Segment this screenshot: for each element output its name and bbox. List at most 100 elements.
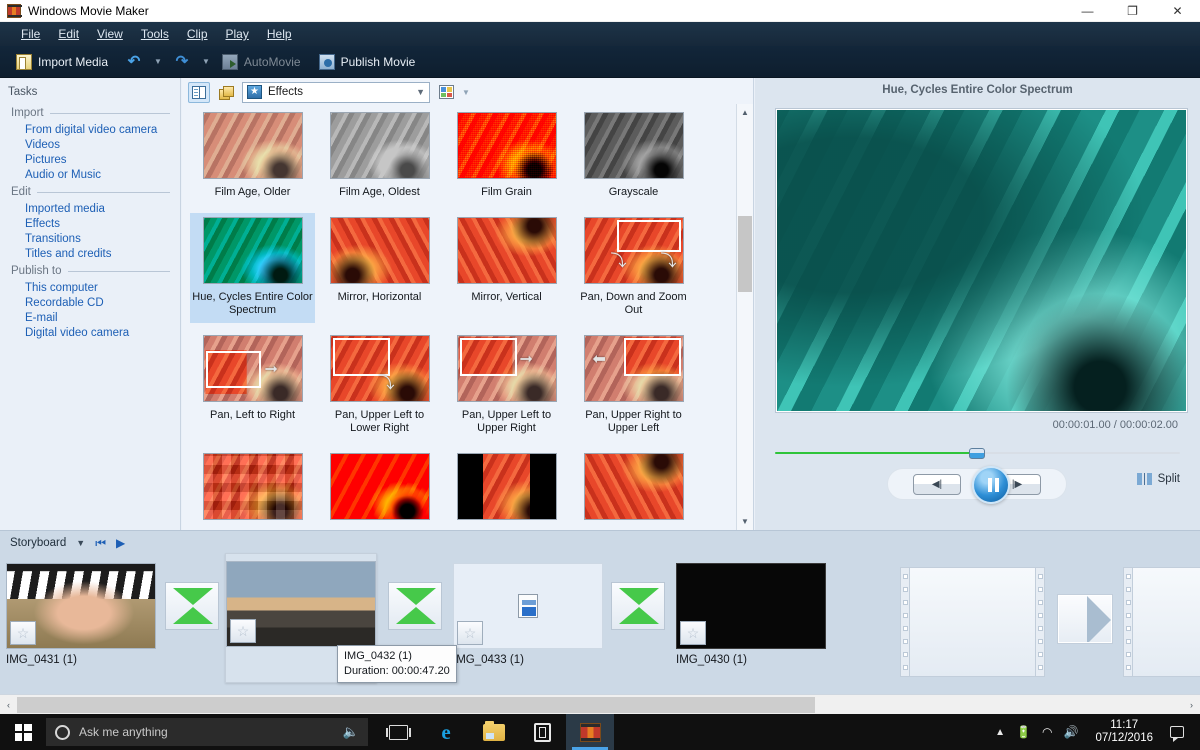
storyboard-empty-transition[interactable] [1057, 594, 1113, 644]
scrollbar-thumb[interactable] [17, 696, 815, 713]
task-link-from-digital-video-camera[interactable]: From digital video camera [8, 122, 180, 137]
start-button[interactable] [0, 714, 46, 750]
scrollbar-thumb[interactable] [738, 216, 752, 292]
close-button[interactable]: ✕ [1155, 0, 1200, 22]
transition-thumbnail [388, 582, 442, 630]
rewind-icon[interactable]: ⏮ [95, 536, 106, 551]
store-button[interactable] [518, 714, 566, 750]
menu-play[interactable]: Play [217, 24, 258, 44]
storyboard-mode-label[interactable]: Storyboard [10, 537, 66, 549]
add-effect-star-icon[interactable]: ☆ [10, 621, 36, 645]
storyboard-clip-3[interactable]: ☆ IMG_0433 (1) [453, 563, 603, 666]
effect-item[interactable] [317, 449, 442, 526]
split-button[interactable]: Split [1136, 473, 1180, 485]
task-link-effects[interactable]: Effects [8, 216, 180, 231]
notification-icon[interactable] [1170, 726, 1184, 742]
tasks-pane-toggle-button[interactable] [215, 82, 237, 103]
previous-frame-button[interactable]: ◀| [913, 473, 961, 495]
chevron-down-icon[interactable]: ▼ [76, 538, 85, 548]
task-link-videos[interactable]: Videos [8, 137, 180, 152]
effect-item[interactable]: Film Age, Older [190, 108, 315, 205]
redo-dropdown-caret-icon[interactable]: ▼ [202, 57, 210, 66]
effect-item[interactable] [444, 449, 569, 526]
task-link-imported-media[interactable]: Imported media [8, 201, 180, 216]
effect-item[interactable] [190, 449, 315, 526]
menu-help[interactable]: Help [258, 24, 301, 44]
effect-item[interactable]: Film Age, Oldest [317, 108, 442, 205]
menu-view[interactable]: View [88, 24, 132, 44]
task-view-button[interactable] [374, 714, 422, 750]
effect-item[interactable]: ➞ Pan, Left to Right [190, 331, 315, 441]
effect-item[interactable]: Film Grain [444, 108, 569, 205]
scrollbar-track[interactable] [737, 121, 753, 513]
task-link-this-computer[interactable]: This computer [8, 280, 180, 295]
effect-item-selected[interactable]: Hue, Cycles Entire Color Spectrum [190, 213, 315, 323]
storyboard-transition-2[interactable] [388, 582, 442, 630]
battery-icon[interactable]: 🔋 [1016, 725, 1031, 739]
redo-button[interactable]: ↷ [168, 51, 196, 73]
effect-item[interactable]: Mirror, Vertical [444, 213, 569, 323]
maximize-button[interactable]: ❐ [1110, 0, 1155, 22]
effect-item[interactable]: Grayscale [571, 108, 696, 205]
add-effect-star-icon[interactable]: ☆ [457, 621, 483, 645]
scrollbar-track[interactable] [17, 696, 1183, 713]
views-dropdown-caret-icon[interactable]: ▼ [462, 88, 470, 97]
effects-vertical-scrollbar[interactable]: ▲ ▼ [736, 104, 753, 530]
add-effect-star-icon[interactable]: ☆ [680, 621, 706, 645]
views-button[interactable] [435, 82, 457, 103]
task-link-email[interactable]: E-mail [8, 310, 180, 325]
task-link-pictures[interactable]: Pictures [8, 152, 180, 167]
preview-seek-slider[interactable] [775, 448, 1180, 459]
seek-thumb[interactable] [969, 448, 986, 459]
clock[interactable]: 11:17 07/12/2016 [1089, 719, 1159, 745]
undo-dropdown-caret-icon[interactable]: ▼ [154, 57, 162, 66]
scroll-left-button[interactable]: ‹ [0, 700, 17, 710]
task-link-transitions[interactable]: Transitions [8, 231, 180, 246]
preview-monitor[interactable] [775, 108, 1188, 413]
effect-item[interactable]: ➞ Pan, Upper Left to Upper Right [444, 331, 569, 441]
storyboard-transition-3[interactable] [611, 582, 665, 630]
storyboard-horizontal-scrollbar[interactable]: ‹ › [0, 694, 1200, 714]
task-link-recordable-cd[interactable]: Recordable CD [8, 295, 180, 310]
task-link-titles-and-credits[interactable]: Titles and credits [8, 246, 180, 261]
scroll-down-button[interactable]: ▼ [737, 513, 753, 530]
tasks-pane-icon [219, 85, 234, 100]
scroll-up-button[interactable]: ▲ [737, 104, 753, 121]
effect-item[interactable]: Mirror, Horizontal [317, 213, 442, 323]
menu-file[interactable]: File [12, 24, 49, 44]
effect-item[interactable]: ⤵ Pan, Upper Left to Lower Right [317, 331, 442, 441]
effect-item[interactable]: ⤵ ⤵ Pan, Down and Zoom Out [571, 213, 696, 323]
search-box[interactable]: Ask me anything 🔈 [46, 718, 368, 746]
minimize-button[interactable]: — [1065, 0, 1110, 22]
storyboard-clip-4[interactable]: ☆ IMG_0430 (1) [676, 563, 826, 666]
storyboard-clip-1[interactable]: ☆ IMG_0431 (1) [6, 563, 156, 666]
publish-movie-button[interactable]: Publish Movie [313, 51, 422, 73]
scroll-right-button[interactable]: › [1183, 700, 1200, 710]
wifi-icon[interactable]: ◠ [1042, 725, 1052, 739]
menu-edit[interactable]: Edit [49, 24, 88, 44]
storyboard-empty-slot-1[interactable] [900, 567, 1045, 677]
storyboard-transition-1[interactable] [165, 582, 219, 630]
task-link-audio-or-music[interactable]: Audio or Music [8, 167, 180, 182]
show-hidden-icons-icon[interactable]: ▲ [995, 727, 1005, 738]
menu-clip[interactable]: Clip [178, 24, 217, 44]
collections-toggle-button[interactable] [188, 81, 210, 103]
collection-select[interactable]: ★ Effects ▼ [242, 81, 430, 103]
automovie-button[interactable]: AutoMovie [216, 51, 307, 73]
storyboard-clip-2-selected[interactable]: ☆ IMG_0432 (1) IMG_0432 (1) Duration: 00… [225, 553, 457, 683]
microphone-icon[interactable]: 🔈 [343, 724, 359, 740]
play-pause-button[interactable] [972, 466, 1010, 504]
file-explorer-button[interactable] [470, 714, 518, 750]
undo-button[interactable]: ↶ [120, 51, 148, 73]
volume-icon[interactable]: 🔊 [1063, 725, 1078, 739]
movie-maker-taskbar-button[interactable] [566, 714, 614, 750]
task-link-digital-video-camera[interactable]: Digital video camera [8, 325, 180, 340]
storyboard-empty-slot-2[interactable] [1123, 567, 1200, 677]
add-effect-star-icon[interactable]: ☆ [230, 619, 256, 643]
play-icon[interactable]: ▶ [116, 536, 125, 550]
effect-item[interactable]: ⬅ Pan, Upper Right to Upper Left [571, 331, 696, 441]
edge-button[interactable]: e [422, 714, 470, 750]
menu-tools[interactable]: Tools [132, 24, 178, 44]
import-media-button[interactable]: Import Media [10, 51, 114, 73]
effect-item[interactable] [571, 449, 696, 526]
